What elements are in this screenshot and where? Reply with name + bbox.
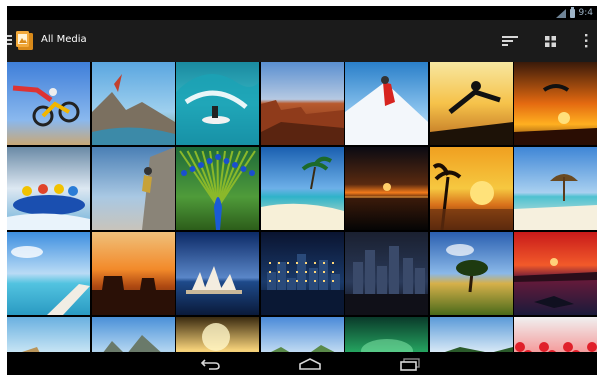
back-icon[interactable] [193,355,229,373]
tablet-screen: 9:4 All Media [7,6,597,375]
thumbnail-image [260,232,344,315]
status-bar: 9:4 [7,6,597,20]
thumbnail-image [176,232,259,315]
media-thumbnail-palm-sunset[interactable] [429,147,513,230]
thumbnail-image [260,147,344,230]
page-title[interactable]: All Media [41,33,87,47]
navigation-bar [7,352,597,375]
thumbnail-image [91,147,175,230]
no-sim-icon [555,8,566,18]
thumbnail-image [260,62,344,145]
thumbnail-image [345,232,428,315]
thumbnail-image [7,62,90,145]
media-thumbnail-ice-climber[interactable] [345,62,428,145]
sort-icon[interactable] [499,30,521,52]
media-thumbnail-cliff-climber[interactable] [91,62,175,145]
thumbnail-image [176,147,259,230]
media-thumbnail-beach-umbrella[interactable] [514,147,597,230]
media-thumbnail-desert-mesa-sunset[interactable] [91,232,175,315]
thumbnail-image [345,147,428,230]
media-thumbnail-surfer-wave[interactable] [176,62,259,145]
overflow-menu-icon[interactable] [579,30,593,52]
media-thumbnail-peacock[interactable] [176,147,259,230]
home-icon[interactable] [292,355,328,373]
grid-view-icon[interactable] [539,30,561,52]
recent-apps-icon[interactable] [392,355,428,373]
media-thumbnail-rock-climber[interactable] [91,147,175,230]
media-thumbnail-city-night[interactable] [260,232,344,315]
status-time: 9:4 [578,8,593,18]
media-thumbnail-pier-sky[interactable] [7,232,90,315]
media-thumbnail-dark-sunset-sea[interactable] [345,147,428,230]
media-thumbnail-motocross-jump[interactable] [7,62,90,145]
media-thumbnail-canyon[interactable] [260,62,344,145]
thumbnail-image [7,232,90,315]
status-icons: 9:4 [555,6,593,19]
thumbnail-image [429,147,513,230]
thumbnail-image [514,232,597,315]
thumbnail-image [514,62,597,145]
home-up-icon[interactable] [7,32,13,48]
gallery-app-icon[interactable] [16,29,35,51]
thumbnail-image [429,62,513,145]
thumbnail-image [91,62,175,145]
media-thumbnail-opera-house[interactable] [176,232,259,315]
thumbnail-image [345,62,428,145]
media-thumbnail-savanna-tree[interactable] [429,232,513,315]
media-thumbnail-rafting[interactable] [7,147,90,230]
thumbnail-image [91,232,175,315]
media-grid [7,62,597,375]
action-bar: All Media [7,20,597,62]
media-thumbnail-tropical-island[interactable] [260,147,344,230]
thumbnail-image [7,147,90,230]
battery-icon [569,6,575,18]
thumbnail-image [176,62,259,145]
thumbnail-image [429,232,513,315]
media-thumbnail-paraglider-sunset[interactable] [514,62,597,145]
media-thumbnail-silhouette-jump[interactable] [429,62,513,145]
thumbnail-image [514,147,597,230]
media-thumbnail-skyscrapers-dusk[interactable] [345,232,428,315]
media-thumbnail-red-sunset-coast[interactable] [514,232,597,315]
